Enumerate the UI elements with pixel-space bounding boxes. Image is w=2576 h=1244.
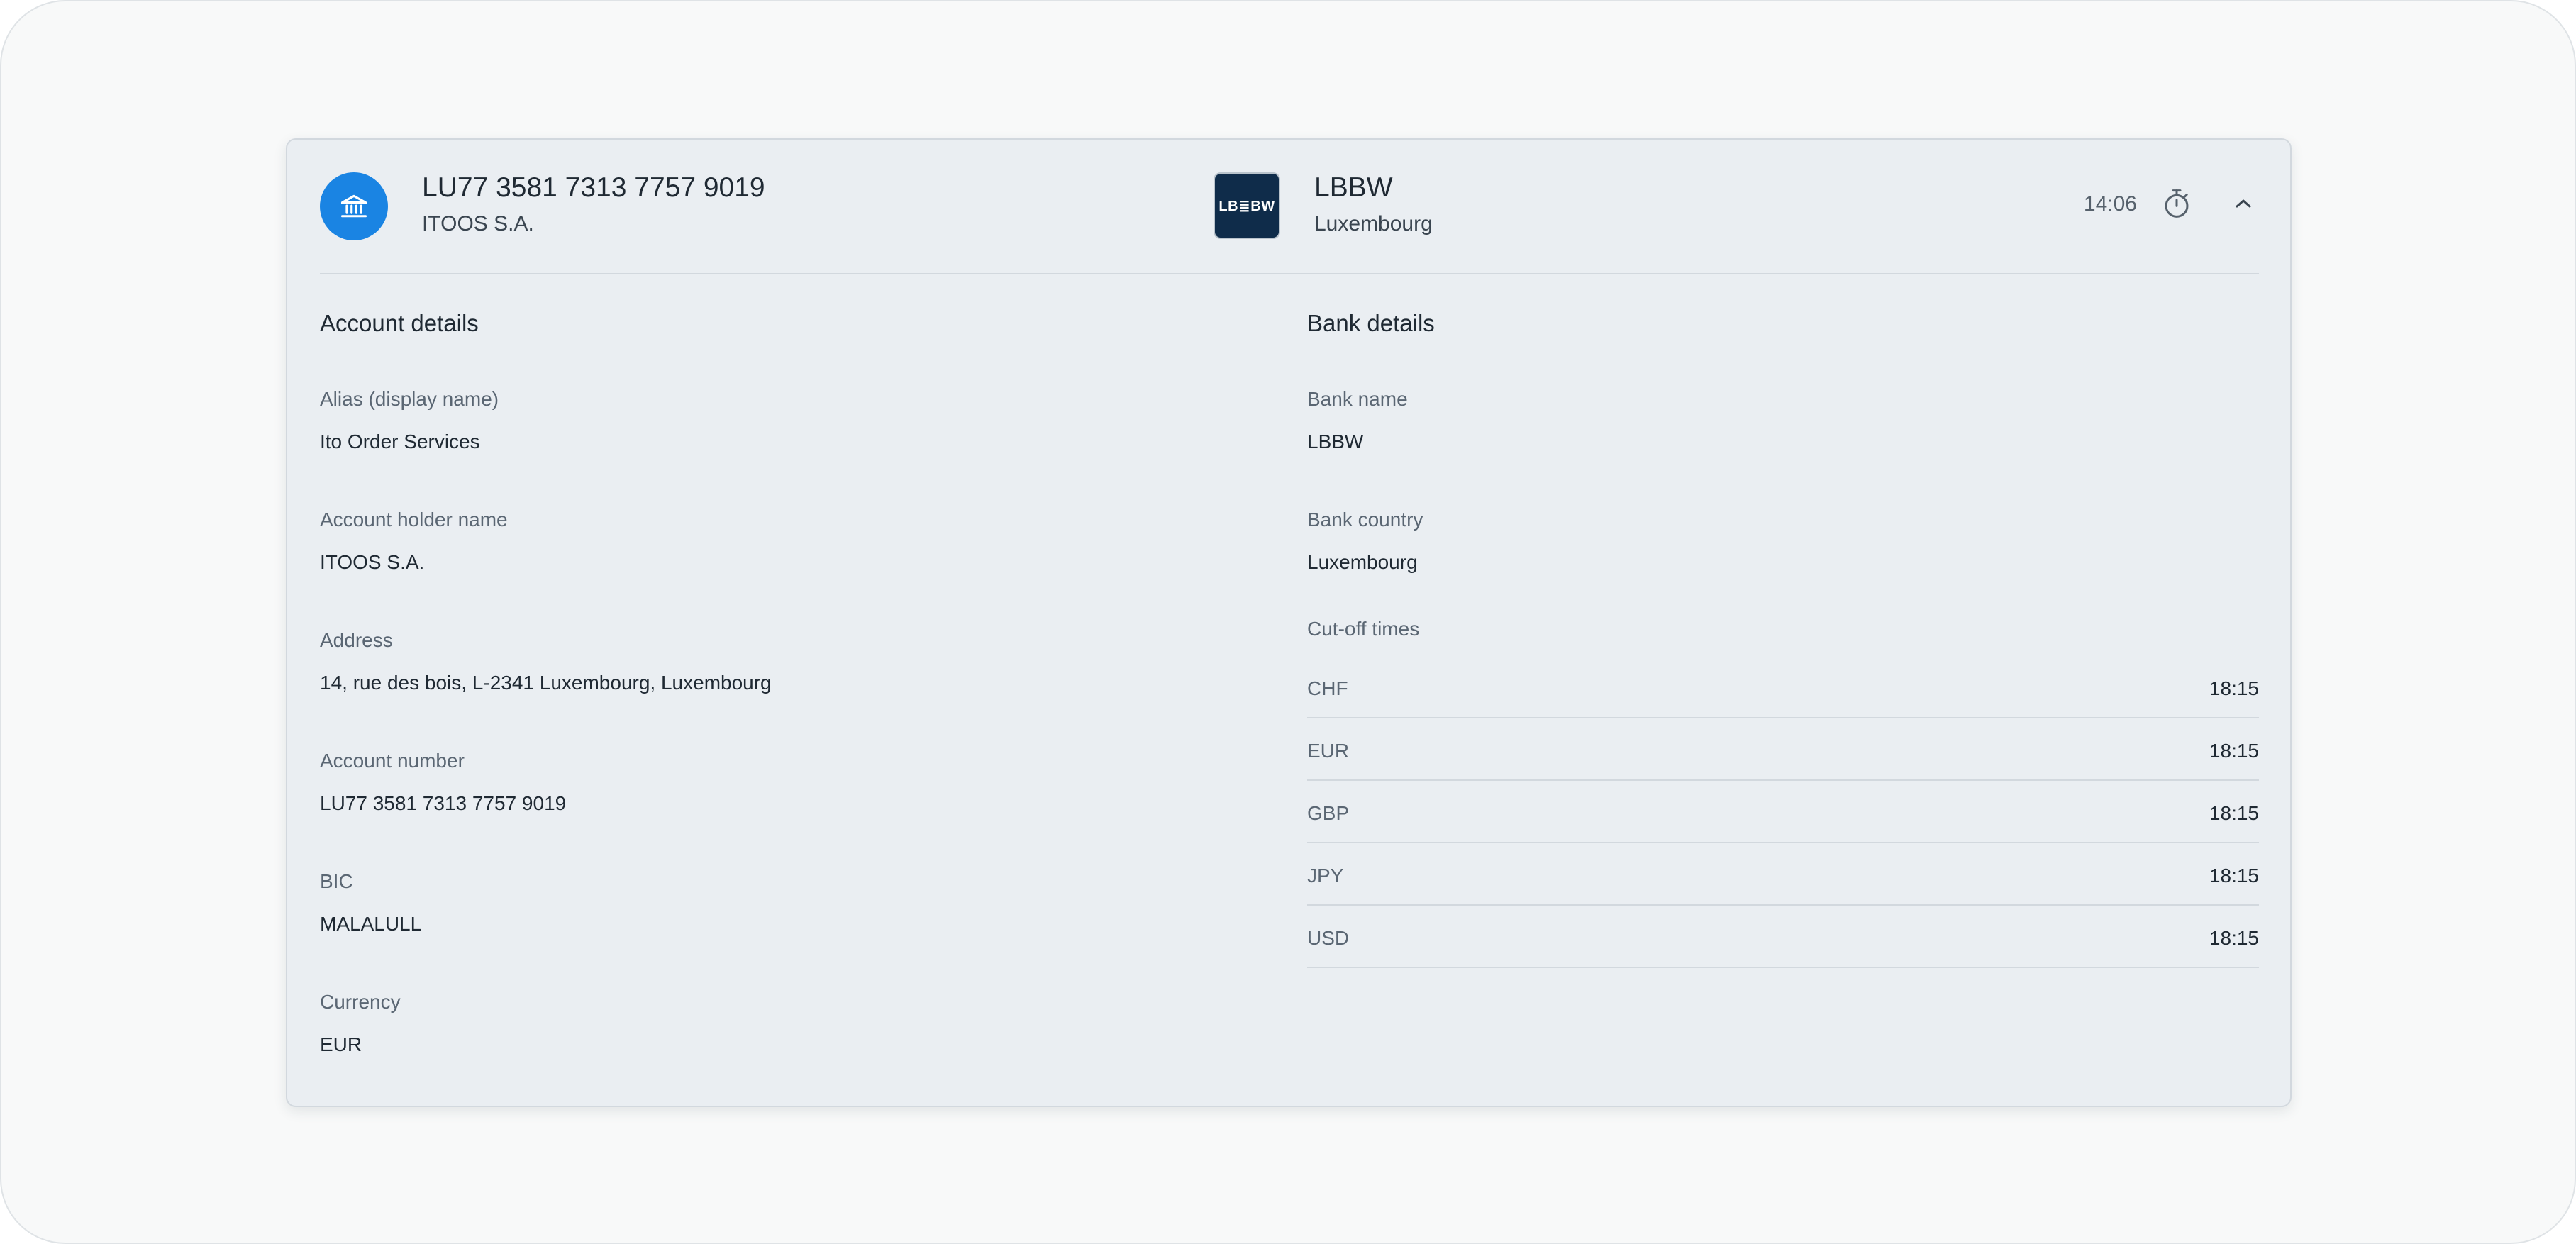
account-number-value: LU77 3581 7313 7757 9019 (320, 792, 567, 814)
cutoff-row-eur: EUR 18:15 (1307, 718, 2259, 781)
currency-value: EUR (320, 1033, 362, 1055)
cutoff-currency: GBP (1307, 802, 1350, 824)
collapse-button[interactable] (2228, 188, 2259, 219)
account-details-title: Account details (320, 310, 479, 336)
account-holder-value: ITOOS S.A. (320, 551, 425, 573)
cutoff-currency: CHF (1307, 677, 1348, 699)
cutoff-times-label: Cut-off times (1307, 618, 1420, 640)
bank-name-value: LBBW (1307, 431, 1364, 452)
address-value: 14, rue des bois, L-2341 Luxembourg, Lux… (320, 672, 772, 694)
cutoff-row-chf: CHF 18:15 (1307, 656, 2259, 718)
cutoff-currency: USD (1307, 927, 1350, 949)
stopwatch-icon (2165, 189, 2189, 218)
cutoff-row-jpy: JPY 18:15 (1307, 843, 2259, 906)
address-label: Address (320, 629, 393, 651)
alias-value: Ito Order Services (320, 431, 480, 452)
current-time: 14:06 (2083, 192, 2137, 216)
account-card: LU77 3581 7313 7757 9019 ITOOS S.A. LB≣B… (286, 138, 2292, 1107)
cutoff-time: 18:15 (2209, 927, 2259, 949)
alias-label: Alias (display name) (320, 388, 499, 410)
bank-logo: LB≣BW (1214, 172, 1280, 239)
window-frame: LU77 3581 7313 7757 9019 ITOOS S.A. LB≣B… (0, 0, 2576, 1244)
cutoff-currency: EUR (1307, 740, 1350, 762)
cutoff-times-table: CHF 18:15 EUR 18:15 GBP 18:15 JPY 18:15 … (1307, 656, 2259, 968)
account-number-label: Account number (320, 750, 465, 772)
cutoff-row-usd: USD 18:15 (1307, 906, 2259, 968)
bank-building-icon (320, 172, 388, 240)
bic-value: MALALULL (320, 913, 422, 935)
cutoff-row-gbp: GBP 18:15 (1307, 781, 2259, 843)
account-holder: ITOOS S.A. (422, 212, 534, 235)
bank-title: LBBW (1314, 172, 1393, 203)
bank-country-value: Luxembourg (1307, 551, 1418, 573)
bank-country-subtitle: Luxembourg (1314, 212, 1433, 235)
chevron-up-icon (2236, 199, 2251, 208)
bank-country-label: Bank country (1307, 509, 1423, 531)
cutoff-time: 18:15 (2209, 677, 2259, 699)
cutoff-time: 18:15 (2209, 740, 2259, 762)
account-holder-label: Account holder name (320, 509, 508, 531)
bank-logo-text: LB≣BW (1218, 198, 1275, 214)
bank-details-title: Bank details (1307, 310, 1435, 336)
account-card-header[interactable]: LU77 3581 7313 7757 9019 ITOOS S.A. LB≣B… (320, 140, 2259, 274)
bic-label: BIC (320, 870, 353, 892)
cutoff-currency: JPY (1307, 865, 1344, 887)
account-iban: LU77 3581 7313 7757 9019 (422, 172, 765, 203)
currency-label: Currency (320, 991, 401, 1013)
cutoff-time: 18:15 (2209, 802, 2259, 824)
bank-name-label: Bank name (1307, 388, 1408, 410)
cutoff-time: 18:15 (2209, 865, 2259, 887)
